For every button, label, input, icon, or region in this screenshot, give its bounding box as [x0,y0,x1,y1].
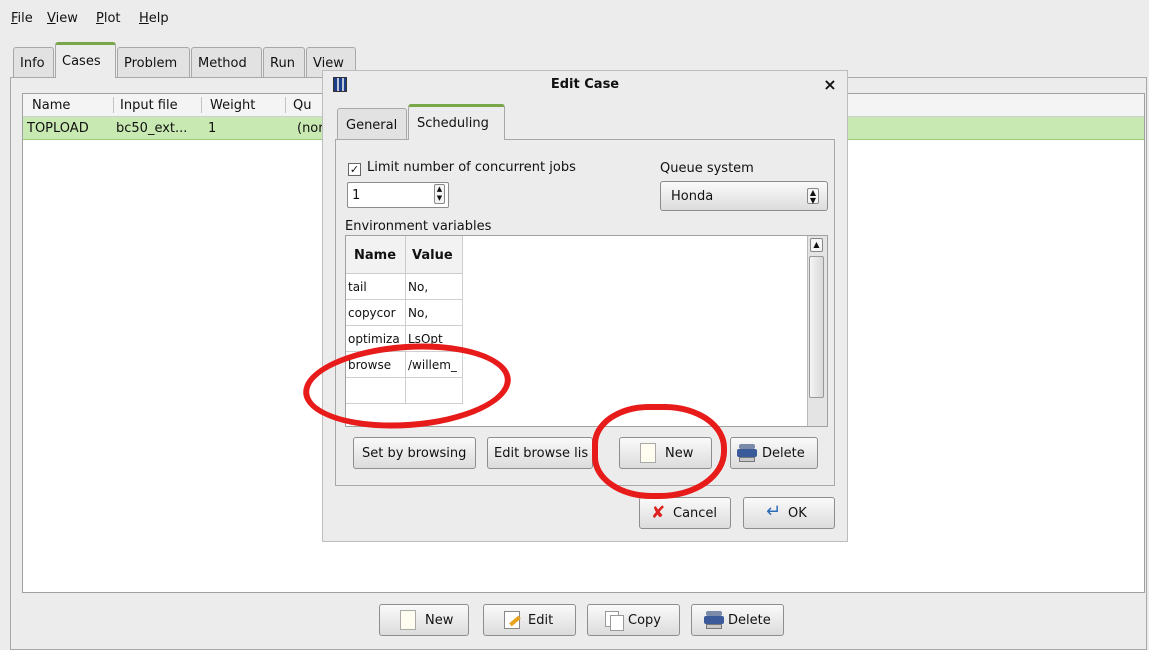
menu-file[interactable]: File [11,11,33,26]
edit-browse-list-button[interactable]: Edit browse lis [487,437,593,469]
menubar: File View Plot Help [0,0,1149,38]
set-by-browsing-label: Set by browsing [362,446,467,461]
col-separator [285,97,286,113]
select-arrows-icon[interactable]: ▲ ▼ [807,188,819,205]
env-name-cell[interactable]: copycor [346,300,406,326]
tab-method[interactable]: Method [191,47,262,77]
menu-plot[interactable]: Plot [96,11,121,26]
env-value-header[interactable]: Value [412,248,453,263]
env-value-cell[interactable]: No, [406,300,463,326]
tab-cases[interactable]: Cases [55,42,116,78]
col-weight-header[interactable]: Weight [210,98,255,113]
case-input-file: bc50_ext... [116,121,188,136]
edit-case-dialog: Edit Case × General Scheduling ✓ Limit n… [322,70,848,542]
col-name-header[interactable]: Name [32,98,70,113]
tab-general[interactable]: General [337,108,407,140]
copy-case-label: Copy [628,613,661,628]
menu-view[interactable]: View [47,11,78,26]
tab-problem[interactable]: Problem [117,47,190,77]
col-separator [405,236,406,274]
queue-system-select[interactable]: Honda [660,181,828,211]
tab-general-label: General [346,118,398,133]
scrollbar-thumb[interactable] [809,256,824,398]
stepper-arrows-icon[interactable]: ▲ ▼ [434,184,445,204]
tab-method-label: Method [198,56,247,71]
new-case-button[interactable]: New [379,604,469,636]
limit-jobs-label[interactable]: Limit number of concurrent jobs [367,160,576,175]
delete-env-button[interactable]: Delete [730,437,818,469]
cancel-button[interactable]: ✘ Cancel [639,497,731,529]
delete-icon [704,611,724,629]
env-name-text: tail [348,280,367,294]
ok-button[interactable]: ↵ OK [743,497,835,529]
menu-help[interactable]: Help [139,11,169,26]
tab-run-label: Run [270,56,295,71]
env-value-text: No, [408,280,429,294]
tab-scheduling-label: Scheduling [417,116,489,131]
cancel-label: Cancel [673,506,718,521]
tab-run[interactable]: Run [263,47,305,77]
edit-case-label: Edit [528,613,554,628]
dialog-title: Edit Case [550,77,620,92]
cancel-icon: ✘ [651,503,666,523]
queue-system-label: Queue system [660,161,754,176]
env-value-text: No, [408,306,429,320]
annotation-circle-new-button [592,404,727,499]
scroll-up-icon[interactable]: ▲ [810,238,823,252]
col-queue-header[interactable]: Qu [293,98,311,113]
tab-problem-label: Problem [124,56,178,71]
col-input-file-header[interactable]: Input file [120,98,178,113]
delete-case-label: Delete [728,613,771,628]
new-case-label: New [425,613,454,628]
tab-cases-label: Cases [62,54,101,69]
delete-case-button[interactable]: Delete [691,604,784,636]
env-name-header[interactable]: Name [354,248,396,263]
env-value-cell[interactable]: No, [406,274,463,300]
col-separator [201,97,202,113]
dialog-titlebar[interactable]: Edit Case × [323,71,847,99]
limit-jobs-checkbox[interactable]: ✓ [348,163,361,176]
env-name-cell[interactable]: tail [346,274,406,300]
edit-browse-list-label: Edit browse lis [494,446,589,461]
env-name-text: optimiza [348,332,400,346]
copy-icon [605,611,624,631]
tab-info-label: Info [20,56,45,71]
close-icon[interactable]: × [821,75,839,94]
env-table-header: Name Value [346,236,463,274]
edit-icon [504,611,520,629]
delete-icon [737,444,757,462]
queue-system-value: Honda [671,189,714,204]
delete-env-label: Delete [762,446,805,461]
tab-info[interactable]: Info [13,47,54,77]
copy-case-button[interactable]: Copy [587,604,680,636]
env-name-text: copycor [348,306,396,320]
ok-arrow-icon: ↵ [766,501,782,522]
tab-view-label: View [313,56,344,71]
case-queue: (nor [297,121,324,136]
edit-case-button[interactable]: Edit [483,604,576,636]
col-separator [113,97,114,113]
ok-label: OK [788,506,807,521]
new-document-icon [400,610,416,630]
tab-scheduling[interactable]: Scheduling [408,104,505,140]
case-weight: 1 [208,121,217,136]
environment-variables-label: Environment variables [345,219,492,234]
set-by-browsing-button[interactable]: Set by browsing [353,437,476,469]
concurrent-jobs-value: 1 [352,188,361,203]
case-name: TOPLOAD [27,121,89,136]
